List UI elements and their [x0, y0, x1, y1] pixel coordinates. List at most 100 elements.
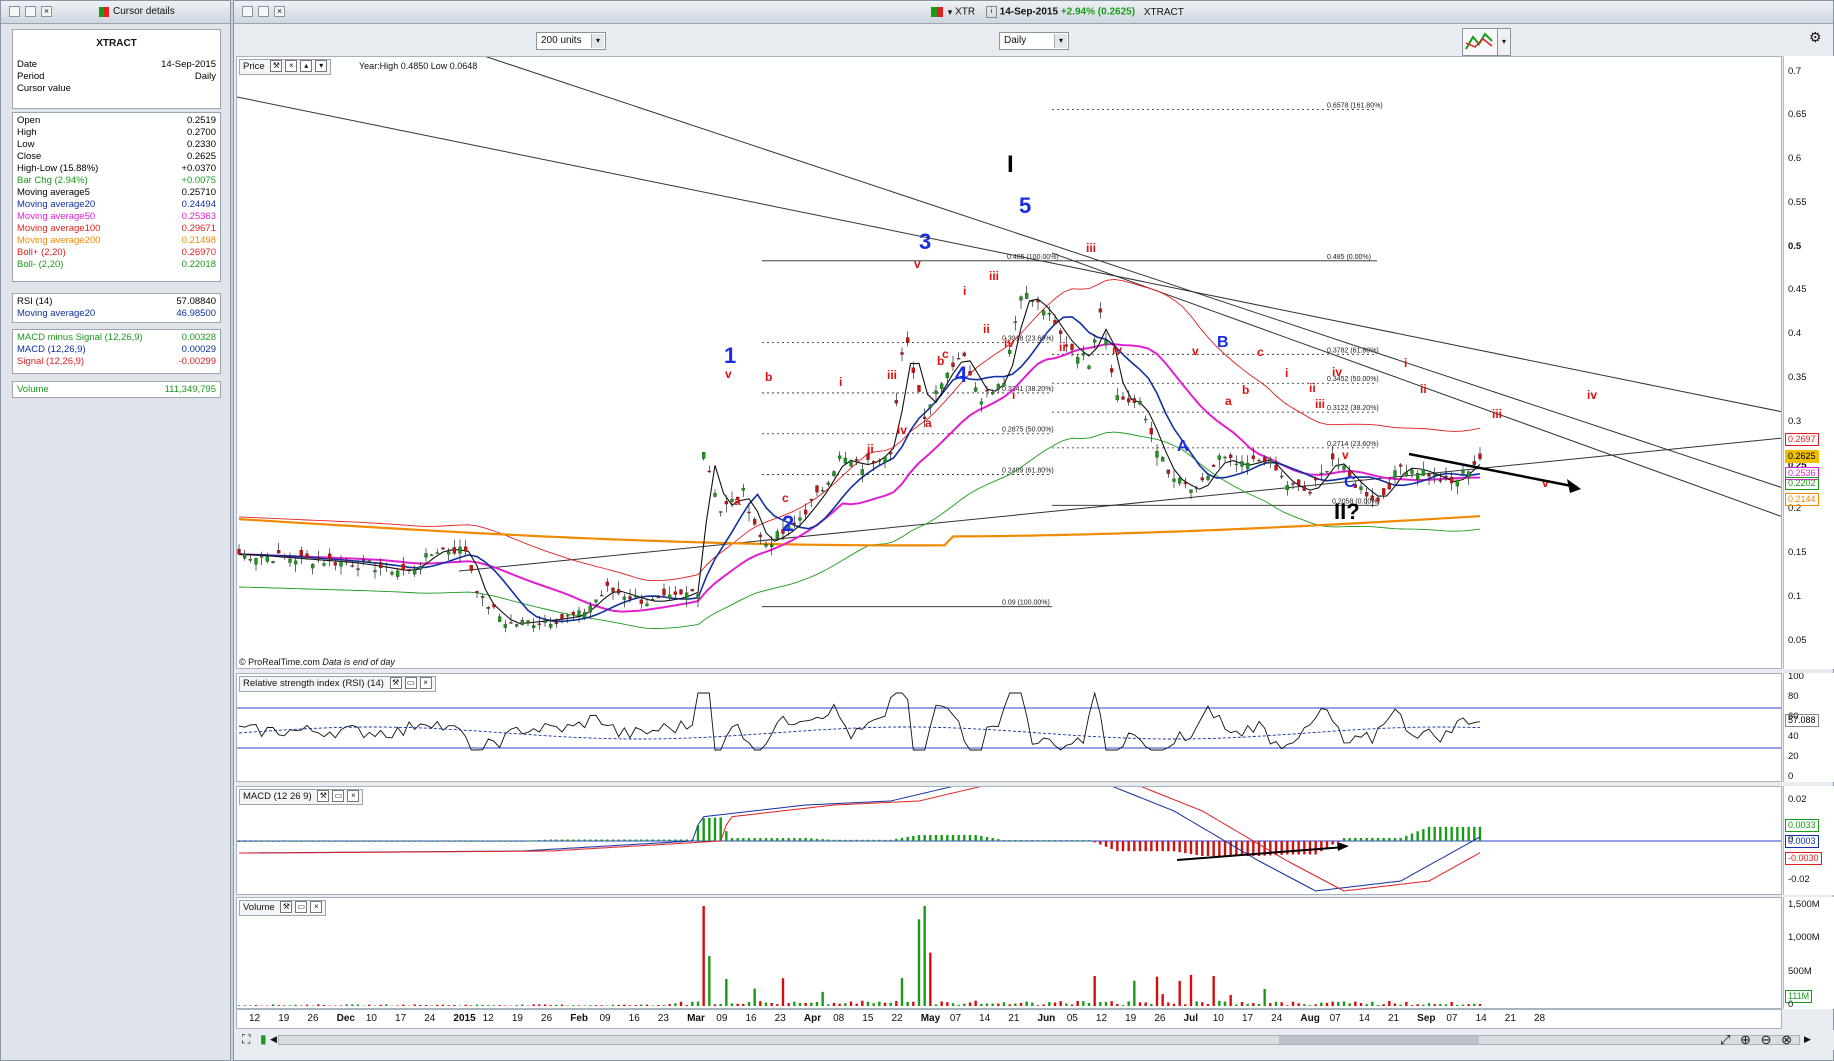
- up-icon[interactable]: ▴: [300, 60, 313, 73]
- scrollbar-thumb[interactable]: [1279, 1036, 1479, 1044]
- macd-hist-bar: [674, 839, 677, 841]
- close-button[interactable]: ×: [274, 6, 285, 17]
- window-icon[interactable]: ▭: [404, 677, 417, 690]
- value-row: MACD minus Signal (12,26,9) 0.00328: [13, 332, 220, 344]
- macd-hist-bar: [1354, 838, 1357, 841]
- minimize-button[interactable]: [242, 6, 253, 17]
- chevron-down-icon[interactable]: ▾: [948, 7, 953, 17]
- zoom-tools: ⤢ ⊕ ⊖ ⊗: [1720, 1032, 1830, 1050]
- macd-hist-bar: [776, 838, 779, 841]
- candle-body: [855, 459, 859, 461]
- macd-hist-bar: [1337, 841, 1340, 842]
- macd-hist-bar: [1138, 841, 1142, 852]
- close-icon[interactable]: ×: [419, 677, 432, 690]
- candle-body: [628, 596, 632, 600]
- wave-label-red: iii: [1492, 407, 1502, 421]
- zoom-in-icon[interactable]: ⊕: [1740, 1032, 1751, 1047]
- volume-bar: [861, 1000, 864, 1006]
- macd-hist-bar: [254, 840, 258, 842]
- x-tick-label: 12: [249, 1013, 261, 1024]
- volume-bar: [668, 1004, 671, 1006]
- info-icon[interactable]: i: [985, 6, 997, 18]
- zoom-reset-icon[interactable]: ⊗: [1781, 1032, 1792, 1047]
- maximize-button[interactable]: [258, 6, 269, 17]
- expand-icon[interactable]: ⤢: [1720, 1032, 1730, 1047]
- minimize-button[interactable]: [9, 6, 20, 17]
- wrench-icon[interactable]: ⚒: [317, 790, 330, 803]
- candle-body: [1076, 357, 1080, 364]
- candle-body: [860, 469, 864, 476]
- volume-bar: [708, 956, 711, 1006]
- wrench-icon[interactable]: ⚒: [270, 60, 283, 73]
- wave-label-red: ii: [1059, 340, 1066, 354]
- maximize-button[interactable]: [25, 6, 36, 17]
- settings-icon[interactable]: ⚙: [1809, 29, 1827, 55]
- y-tick-label: 0.15: [1788, 547, 1807, 559]
- macd-hist-bar: [1331, 841, 1334, 845]
- macd-hist-bar: [1127, 841, 1130, 852]
- period-select[interactable]: Daily ▾: [999, 32, 1069, 50]
- macd-hist-bar: [855, 839, 858, 841]
- macd-hist-bar: [311, 840, 314, 842]
- candles-icon[interactable]: ▮: [260, 1032, 267, 1046]
- macd-hist-bar: [390, 840, 394, 842]
- macd-hist-bar: [577, 839, 581, 841]
- candle-body: [503, 624, 507, 628]
- macd-hist-bar: [662, 839, 666, 841]
- macd-hist-bar: [283, 840, 286, 842]
- candle-body: [1444, 475, 1448, 478]
- candle-body: [1008, 349, 1012, 354]
- volume-bar: [538, 1004, 541, 1006]
- window-icon[interactable]: ▭: [332, 790, 345, 803]
- candle-body: [928, 404, 932, 408]
- down-icon[interactable]: ▾: [315, 60, 328, 73]
- window-icon[interactable]: ▭: [295, 901, 308, 914]
- macd-hist-bar: [1161, 841, 1164, 852]
- wave-label-red: i: [839, 375, 842, 389]
- volume-bar: [713, 1004, 717, 1006]
- macd-hist-bar: [1167, 841, 1170, 852]
- x-tick-label: Jun: [1037, 1013, 1056, 1024]
- zoom-out-icon[interactable]: ⊖: [1761, 1032, 1772, 1047]
- volume-bar: [827, 1004, 830, 1006]
- candle-body: [1132, 398, 1136, 403]
- candle-body: [826, 482, 830, 485]
- candle-body: [458, 546, 462, 554]
- wave-label-red: ii: [983, 322, 990, 336]
- close-button[interactable]: ×: [41, 6, 52, 17]
- value-label: High: [17, 127, 37, 138]
- macd-hist-bar: [1393, 838, 1397, 841]
- volume-bar: [430, 1005, 433, 1006]
- macd-hist-bar: [572, 839, 575, 841]
- macd-hist-bar: [356, 840, 360, 842]
- x-tick-label: 12: [1095, 1013, 1108, 1024]
- cursor-details-window: × Cursor details XTRACT Date 14-Sep-2015 P…: [0, 0, 231, 1061]
- candle-body: [1342, 465, 1346, 470]
- candle-body: [707, 470, 711, 473]
- chart-style-dropdown[interactable]: ▾: [1497, 28, 1511, 56]
- x-tick-label: 15: [862, 1013, 874, 1024]
- value-label: Moving average5: [17, 187, 90, 198]
- horizontal-scrollbar[interactable]: [278, 1035, 1800, 1045]
- close-icon[interactable]: ×: [347, 790, 360, 803]
- volume-bar: [1065, 1003, 1068, 1006]
- macd-panel: MACD (12 26 9) ⚒ ▭ ×: [236, 786, 1782, 895]
- macd-hist-bar: [838, 839, 841, 841]
- chart-tool-icon[interactable]: ⛶: [242, 1032, 250, 1047]
- wrench-icon[interactable]: ⚒: [389, 677, 402, 690]
- chart-style-button[interactable]: [1462, 28, 1498, 56]
- wave-label-blue: 2: [782, 511, 794, 536]
- macd-hist-bar: [475, 840, 479, 842]
- macd-hist-bar: [1427, 826, 1431, 841]
- macd-hist-bar: [441, 840, 445, 842]
- volume-bar: [447, 1005, 450, 1006]
- macd-hist-bar: [560, 839, 564, 841]
- scroll-left-icon[interactable]: ◀: [270, 1034, 277, 1045]
- units-select[interactable]: 200 units ▾: [536, 32, 606, 50]
- wrench-icon[interactable]: ⚒: [280, 901, 293, 914]
- close-icon[interactable]: ×: [310, 901, 323, 914]
- volume-panel: Volume ⚒ ▭ ×: [236, 897, 1782, 1009]
- close-icon[interactable]: ×: [285, 60, 298, 73]
- candle-body: [509, 622, 513, 624]
- macd-hist-bar: [1195, 841, 1198, 856]
